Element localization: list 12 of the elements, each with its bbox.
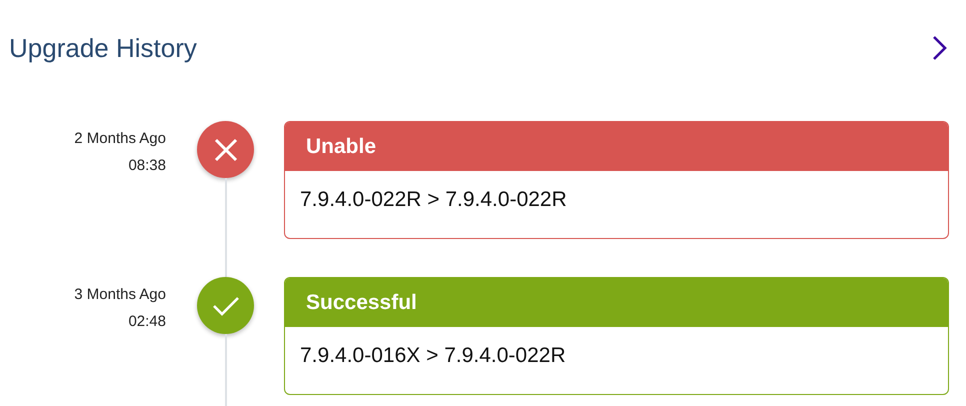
relative-date: 2 Months Ago — [74, 129, 166, 149]
relative-date: 3 Months Ago — [74, 285, 166, 305]
section-title: Upgrade History — [9, 32, 197, 64]
time-text: 08:38 — [128, 156, 166, 176]
close-icon — [214, 138, 238, 162]
chevron-right-icon[interactable] — [932, 35, 948, 61]
status-label: Unable — [306, 134, 376, 158]
status-label: Successful — [306, 290, 417, 314]
version-change: 7.9.4.0-016X > 7.9.4.0-022R — [300, 344, 566, 368]
time-text: 02:48 — [128, 312, 166, 332]
version-change: 7.9.4.0-022R > 7.9.4.0-022R — [300, 188, 567, 212]
checkmark-icon — [212, 296, 238, 316]
